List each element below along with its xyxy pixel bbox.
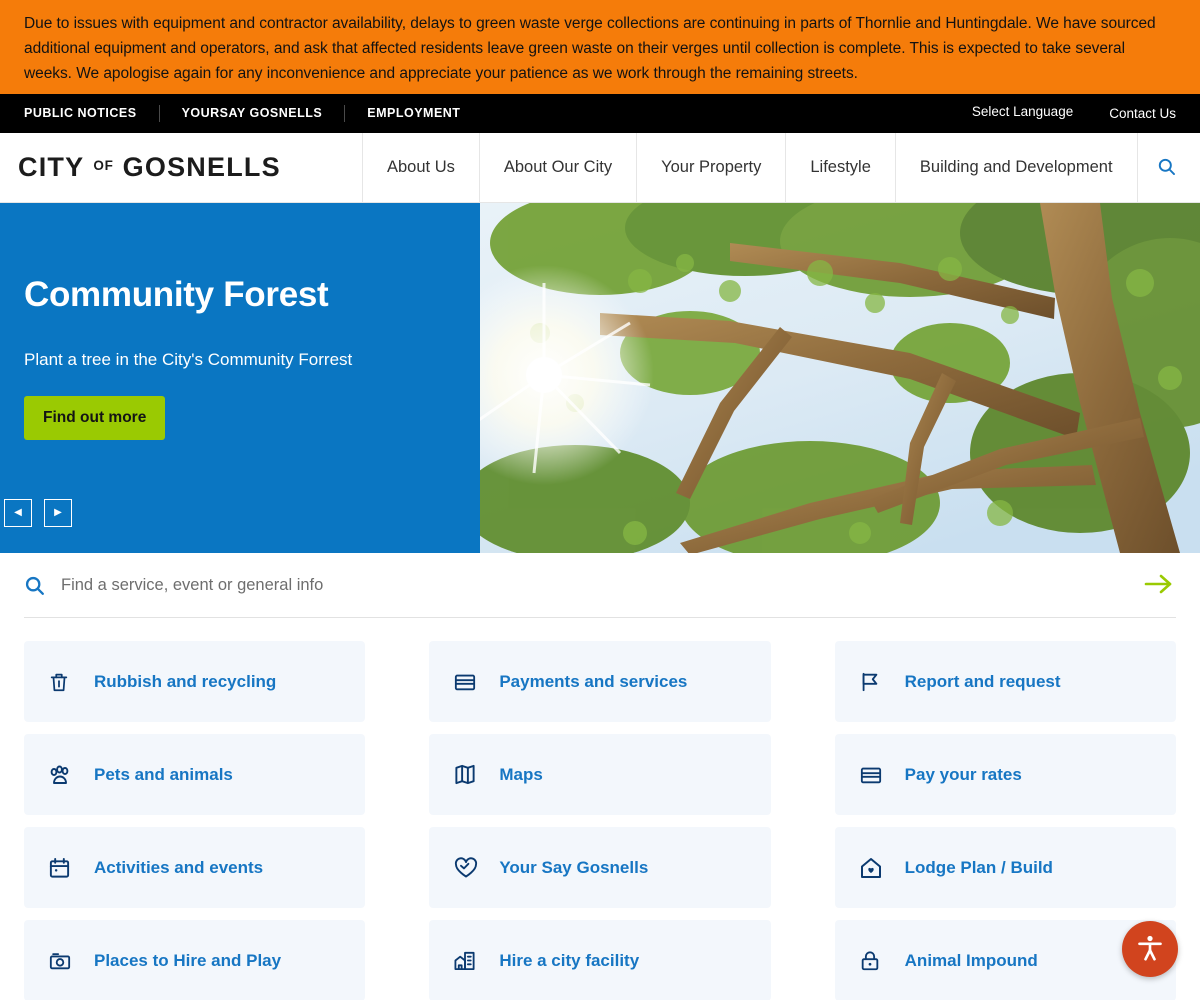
quick-link-label: Animal Impound	[904, 950, 1038, 970]
quick-link-label: Maps	[499, 764, 543, 784]
quick-link-label: Activities and events	[94, 857, 264, 877]
quick-links-grid: Rubbish and recycling Payments and servi…	[0, 618, 1200, 1000]
quick-link-places-to-hire-and-play[interactable]: Places to Hire and Play	[24, 920, 366, 1000]
utility-right-links: Select Language Contact Us	[936, 104, 1200, 121]
quick-link-label: Report and request	[904, 671, 1061, 691]
quick-link-pets-and-animals[interactable]: Pets and animals	[24, 734, 366, 815]
hero-find-out-more-button[interactable]: Find out more	[24, 396, 166, 440]
logo-gosnells-text: GOSNELLS	[122, 152, 281, 182]
nav-item-lifestyle[interactable]: Lifestyle	[785, 133, 895, 202]
utility-link-employment[interactable]: EMPLOYMENT	[345, 105, 482, 122]
hero-subtitle: Plant a tree in the City's Community For…	[24, 350, 353, 369]
accessibility-person-icon	[1135, 933, 1165, 966]
chevron-right-icon: ▶	[54, 507, 62, 518]
quick-link-hire-a-city-facility[interactable]: Hire a city facility	[429, 920, 771, 1000]
site-search-row	[24, 553, 1176, 618]
search-icon	[1157, 157, 1176, 179]
quick-link-label: Places to Hire and Play	[94, 950, 282, 970]
hero-title: Community Forest	[24, 275, 329, 314]
quick-link-label: Pets and animals	[94, 764, 233, 784]
quick-link-label: Rubbish and recycling	[94, 671, 277, 691]
site-search-section	[0, 553, 1200, 618]
credit-card-icon	[859, 764, 889, 786]
alert-banner: Due to issues with equipment and contrac…	[0, 0, 1200, 94]
quick-link-label: Payments and services	[499, 671, 688, 691]
flag-icon	[859, 670, 889, 694]
quick-link-label: Lodge Plan / Build	[904, 857, 1053, 877]
heart-chat-icon	[453, 856, 483, 880]
utility-link-yoursay-gosnells[interactable]: YOURSAY GOSNELLS	[160, 105, 346, 122]
chevron-left-icon: ◀	[14, 507, 22, 518]
quick-link-rubbish-and-recycling[interactable]: Rubbish and recycling	[24, 641, 366, 722]
utility-left-links: PUBLIC NOTICES YOURSAY GOSNELLS EMPLOYME…	[0, 94, 482, 133]
main-header: CITY OF GOSNELLS About Us About Our City…	[0, 133, 1200, 203]
quick-link-label: Your Say Gosnells	[499, 857, 649, 877]
credit-card-icon	[453, 671, 483, 693]
hero-carousel: Community Forest Plant a tree in the Cit…	[0, 203, 1200, 553]
nav-item-building-and-development[interactable]: Building and Development	[894, 133, 1138, 202]
quick-link-label: Hire a city facility	[499, 950, 640, 970]
nav-item-your-property[interactable]: Your Property	[636, 133, 785, 202]
alert-banner-text: Due to issues with equipment and contrac…	[24, 15, 1156, 82]
calendar-icon	[48, 856, 78, 880]
select-language-link[interactable]: Select Language	[972, 104, 1073, 119]
arrow-right-icon	[1144, 573, 1174, 598]
quick-link-payments-and-services[interactable]: Payments and services	[429, 641, 771, 722]
carousel-prev-button[interactable]: ◀	[4, 499, 32, 527]
nav-item-about-our-city[interactable]: About Our City	[478, 133, 636, 202]
utility-link-public-notices[interactable]: PUBLIC NOTICES	[24, 105, 160, 122]
contact-us-link[interactable]: Contact Us	[1109, 106, 1176, 121]
primary-navigation: About Us About Our City Your Property Li…	[362, 133, 1200, 202]
quick-link-maps[interactable]: Maps	[429, 734, 771, 815]
search-input[interactable]	[61, 575, 1142, 595]
accessibility-options-button[interactable]	[1122, 921, 1178, 977]
lock-icon	[859, 949, 889, 973]
header-search-toggle-button[interactable]	[1138, 133, 1196, 202]
quick-link-activities-and-events[interactable]: Activities and events	[24, 827, 366, 908]
quick-link-lodge-plan-build[interactable]: Lodge Plan / Build	[834, 827, 1176, 908]
hero-image-tree-canopy	[480, 203, 1200, 553]
map-icon	[453, 763, 483, 786]
logo-city-text: CITY	[18, 152, 85, 182]
building-icon	[453, 949, 483, 972]
hero-text-panel: Community Forest Plant a tree in the Cit…	[0, 203, 480, 553]
hero-carousel-controls: ◀ ▶	[4, 499, 72, 527]
quick-link-your-say-gosnells[interactable]: Your Say Gosnells	[429, 827, 771, 908]
trash-icon	[48, 670, 78, 694]
logo-of-text: OF	[93, 158, 114, 173]
camera-icon	[48, 950, 78, 972]
quick-link-pay-your-rates[interactable]: Pay your rates	[834, 734, 1176, 815]
search-icon	[24, 575, 45, 596]
paw-icon	[48, 763, 78, 787]
quick-link-report-and-request[interactable]: Report and request	[834, 641, 1176, 722]
nav-item-about-us[interactable]: About Us	[362, 133, 479, 202]
carousel-next-button[interactable]: ▶	[44, 499, 72, 527]
site-logo[interactable]: CITY OF GOSNELLS	[0, 133, 362, 202]
home-heart-icon	[859, 856, 889, 880]
search-submit-button[interactable]	[1142, 573, 1176, 598]
utility-bar: PUBLIC NOTICES YOURSAY GOSNELLS EMPLOYME…	[0, 94, 1200, 133]
quick-link-label: Pay your rates	[904, 764, 1022, 784]
